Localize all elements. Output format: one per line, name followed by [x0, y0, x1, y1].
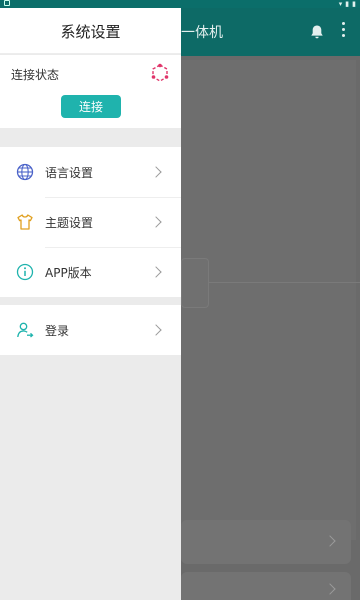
signal-icon: ▮: [345, 0, 350, 8]
menu-item-label: 语言设置: [45, 166, 94, 180]
user-login-icon: [17, 322, 34, 338]
background-title: 一体机: [181, 25, 223, 41]
menu-item-language[interactable]: 语言设置: [0, 147, 181, 197]
info-icon: [16, 263, 34, 281]
menu-item-label: APP版本: [45, 266, 92, 280]
chevron-right-icon: [150, 266, 162, 278]
android-icon: [4, 0, 10, 6]
login-section: 登录: [0, 305, 181, 355]
wifi-icon: ▾: [338, 0, 343, 8]
status-bar: ▾ ▮ ▮: [0, 0, 360, 8]
menu-item-theme[interactable]: 主题设置: [0, 197, 181, 247]
settings-menu: 语言设置 主题设置 APP版本: [0, 147, 181, 297]
drawer-title: 系统设置: [60, 23, 121, 41]
connection-section: 连接状态 连接: [0, 55, 181, 128]
more-vert-icon[interactable]: [340, 22, 346, 42]
chevron-right-icon: [150, 216, 162, 228]
menu-item-app-version[interactable]: APP版本: [0, 247, 181, 297]
settings-drawer: 系统设置 连接状态 连接 语言设置 主题设置 APP版本 登录: [0, 8, 181, 600]
drawer-header: 系统设置: [0, 8, 181, 54]
background-chip: [181, 258, 209, 308]
menu-item-label: 登录: [45, 324, 70, 338]
chevron-right-icon: [150, 324, 162, 336]
connection-status-label: 连接状态: [11, 68, 60, 82]
menu-item-label: 主题设置: [45, 216, 94, 230]
hexagon-link-icon: [151, 63, 169, 82]
bell-icon[interactable]: [309, 24, 325, 40]
menu-item-login[interactable]: 登录: [0, 305, 181, 355]
globe-icon: [16, 163, 34, 181]
chevron-right-icon: [150, 166, 162, 178]
battery-icon: ▮: [352, 0, 356, 8]
connect-button[interactable]: 连接: [61, 95, 121, 118]
status-icons: ▾ ▮ ▮: [336, 0, 356, 8]
tshirt-icon: [17, 214, 33, 230]
